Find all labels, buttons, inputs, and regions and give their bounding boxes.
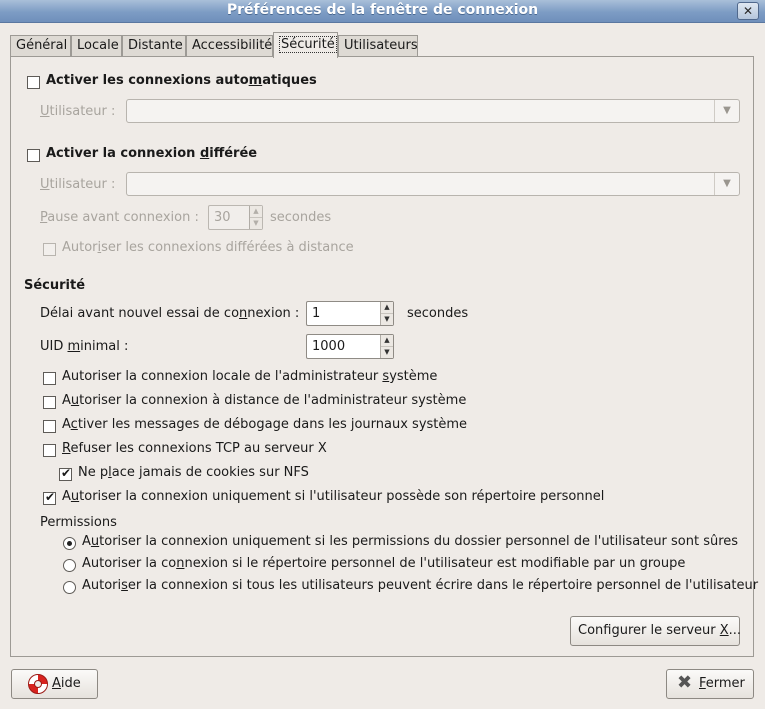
remote-root-label[interactable]: Autoriser la connexion à distance de l'a… (62, 393, 466, 408)
deny-tcp-checkbox[interactable] (43, 444, 56, 457)
window-title: Préférences de la fenêtre de connexion (226, 2, 539, 18)
perm-safe-label[interactable]: Autoriser la connexion uniquement si les… (82, 534, 738, 549)
remote-timed-login-label[interactable]: Autoriser les connexions différées à dis… (62, 240, 354, 255)
check-icon: ✔ (61, 466, 72, 480)
tab-accessibilite[interactable]: Accessibilité (186, 35, 273, 56)
configure-x-server-button[interactable]: Configurer le serveur X... (570, 616, 741, 646)
close-button[interactable]: ✖ Fermer (666, 669, 754, 699)
spin-up-icon[interactable]: ▲ (381, 335, 393, 346)
retry-delay-unit: secondes (407, 306, 469, 321)
local-root-label[interactable]: Autoriser la connexion locale de l'admin… (62, 369, 437, 384)
radio-selected-dot (67, 541, 72, 546)
debug-messages-checkbox[interactable] (43, 420, 56, 433)
auto-login-user-combo[interactable]: ▼ (126, 99, 740, 123)
check-icon: ✔ (45, 490, 56, 504)
timed-login-user-label: Utilisateur : (40, 177, 116, 192)
retry-delay-value: 1 (312, 306, 321, 321)
tab-securite-label: Sécurité (279, 36, 337, 53)
tab-general[interactable]: Général (10, 35, 71, 56)
window-titlebar: Préférences de la fenêtre de connexion ✕ (0, 0, 765, 23)
remote-timed-login-checkbox[interactable] (43, 243, 56, 256)
timed-login-user-combo[interactable]: ▼ (126, 172, 740, 196)
spin-up-icon[interactable]: ▲ (381, 302, 393, 313)
uid-min-value: 1000 (312, 339, 346, 354)
window-close-button[interactable]: ✕ (737, 2, 759, 20)
local-root-checkbox[interactable] (43, 372, 56, 385)
deny-tcp-label[interactable]: Refuser les connexions TCP au serveur X (62, 441, 327, 456)
close-icon: ✕ (742, 4, 754, 18)
timed-login-label[interactable]: Activer la connexion différée (46, 146, 257, 161)
uid-min-label: UID minimal : (40, 339, 129, 354)
chevron-down-icon: ▼ (714, 100, 739, 122)
tab-utilisateurs[interactable]: Utilisateurs (338, 35, 418, 56)
security-heading: Sécurité (24, 278, 86, 293)
remote-root-checkbox[interactable] (43, 396, 56, 409)
tab-securite[interactable]: Sécurité (273, 32, 338, 58)
help-button[interactable]: Aide (11, 669, 98, 699)
perm-all-radio[interactable] (63, 581, 76, 594)
permissions-label: Permissions (40, 515, 117, 530)
auto-login-user-label: Utilisateur : (40, 104, 116, 119)
auto-login-label[interactable]: Activer les connexions automatiques (46, 73, 317, 88)
pause-unit: secondes (270, 210, 332, 225)
lifebuoy-icon (28, 674, 48, 694)
retry-delay-label: Délai avant nouvel essai de connexion : (40, 306, 300, 321)
no-nfs-cookies-label[interactable]: Ne place jamais de cookies sur NFS (78, 465, 309, 480)
spin-down-icon[interactable]: ▼ (250, 217, 262, 229)
no-nfs-cookies-checkbox[interactable]: ✔ (59, 466, 72, 481)
pause-label: Pause avant connexion : (40, 210, 199, 225)
require-home-checkbox[interactable]: ✔ (43, 490, 56, 505)
retry-delay-spinner[interactable]: 1 ▲ ▼ (306, 301, 394, 326)
perm-group-radio[interactable] (63, 559, 76, 572)
security-tab-panel: Activer les connexions automatiques Util… (10, 56, 758, 657)
perm-all-label[interactable]: Autoriser la connexion si tous les utili… (82, 578, 758, 593)
debug-messages-label[interactable]: Activer les messages de débogage dans le… (62, 417, 467, 432)
pause-value: 30 (214, 210, 231, 225)
spin-down-icon[interactable]: ▼ (381, 346, 393, 358)
chevron-down-icon: ▼ (714, 173, 739, 195)
timed-login-checkbox[interactable] (27, 149, 40, 162)
close-icon: ✖ (677, 672, 693, 693)
auto-login-checkbox[interactable] (27, 76, 40, 89)
tab-distante[interactable]: Distante (122, 35, 186, 56)
uid-min-spinner[interactable]: 1000 ▲ ▼ (306, 334, 394, 359)
perm-safe-radio[interactable] (63, 537, 76, 550)
spin-up-icon[interactable]: ▲ (250, 206, 262, 217)
tab-locale[interactable]: Locale (71, 35, 122, 56)
spin-down-icon[interactable]: ▼ (381, 313, 393, 325)
require-home-label[interactable]: Autoriser la connexion uniquement si l'u… (62, 489, 604, 504)
pause-spinner[interactable]: 30 ▲ ▼ (208, 205, 263, 230)
perm-group-label[interactable]: Autoriser la connexion si le répertoire … (82, 556, 685, 571)
